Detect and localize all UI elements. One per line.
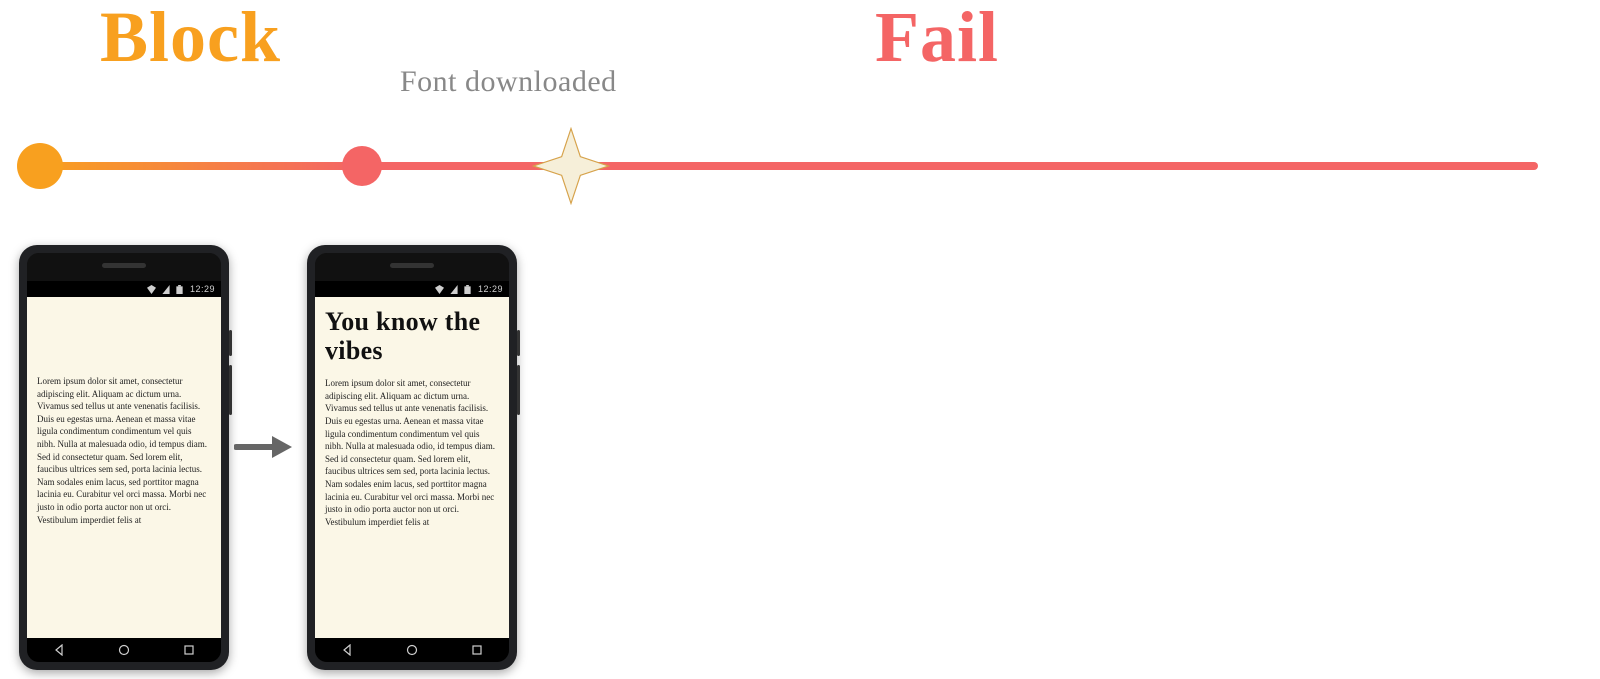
nav-home-icon — [406, 644, 418, 656]
phone-speaker-bar — [315, 253, 509, 281]
phone-side-button-icon — [517, 330, 520, 356]
phone-block-period: 12:29 Lorem ipsum dolor sit amet, consec… — [19, 245, 229, 670]
phone-screen: Lorem ipsum dolor sit amet, consectetur … — [27, 297, 221, 638]
font-downloaded-label: Font downloaded — [400, 65, 617, 99]
nav-recent-icon — [183, 644, 195, 656]
page-heading: You know the vibes — [325, 307, 499, 365]
title-fail-label: Fail — [875, 0, 999, 79]
arrow-right-icon — [234, 432, 294, 462]
phone-after-font-load: 12:29 You know the vibes Lorem ipsum dol… — [307, 245, 517, 670]
nav-recent-icon — [471, 644, 483, 656]
font-downloaded-marker-icon — [532, 127, 610, 205]
nav-back-icon — [53, 644, 65, 656]
invisible-heading-placeholder — [37, 305, 211, 375]
body-text: Lorem ipsum dolor sit amet, consectetur … — [325, 377, 499, 528]
phone-inner: 12:29 Lorem ipsum dolor sit amet, consec… — [27, 253, 221, 662]
status-time: 12:29 — [478, 284, 503, 294]
nav-home-icon — [118, 644, 130, 656]
phone-side-button-icon — [229, 330, 232, 356]
phone-frame: 12:29 You know the vibes Lorem ipsum dol… — [307, 245, 517, 670]
phone-status-bar: 12:29 — [315, 281, 509, 297]
phone-volume-rocker-icon — [517, 365, 520, 415]
timeline-segment-block — [38, 162, 358, 170]
signal-icon — [450, 285, 458, 294]
body-text: Lorem ipsum dolor sit amet, consectetur … — [37, 375, 211, 526]
timeline-dot-block-end — [342, 146, 382, 186]
timeline-dot-start — [17, 143, 63, 189]
phone-screen: You know the vibes Lorem ipsum dolor sit… — [315, 297, 509, 638]
title-block-label: Block — [100, 0, 281, 79]
battery-icon — [464, 285, 471, 294]
battery-icon — [176, 285, 183, 294]
phone-inner: 12:29 You know the vibes Lorem ipsum dol… — [315, 253, 509, 662]
diagram-stage: Block Fail Font downloaded 12:29 Lorem — [0, 0, 1600, 679]
phone-volume-rocker-icon — [229, 365, 232, 415]
android-nav-bar — [315, 638, 509, 662]
nav-back-icon — [341, 644, 353, 656]
status-time: 12:29 — [190, 284, 215, 294]
phone-frame: 12:29 Lorem ipsum dolor sit amet, consec… — [19, 245, 229, 670]
signal-icon — [162, 285, 170, 294]
wifi-icon — [147, 285, 156, 294]
android-nav-bar — [27, 638, 221, 662]
phone-status-bar: 12:29 — [27, 281, 221, 297]
wifi-icon — [435, 285, 444, 294]
phone-speaker-bar — [27, 253, 221, 281]
